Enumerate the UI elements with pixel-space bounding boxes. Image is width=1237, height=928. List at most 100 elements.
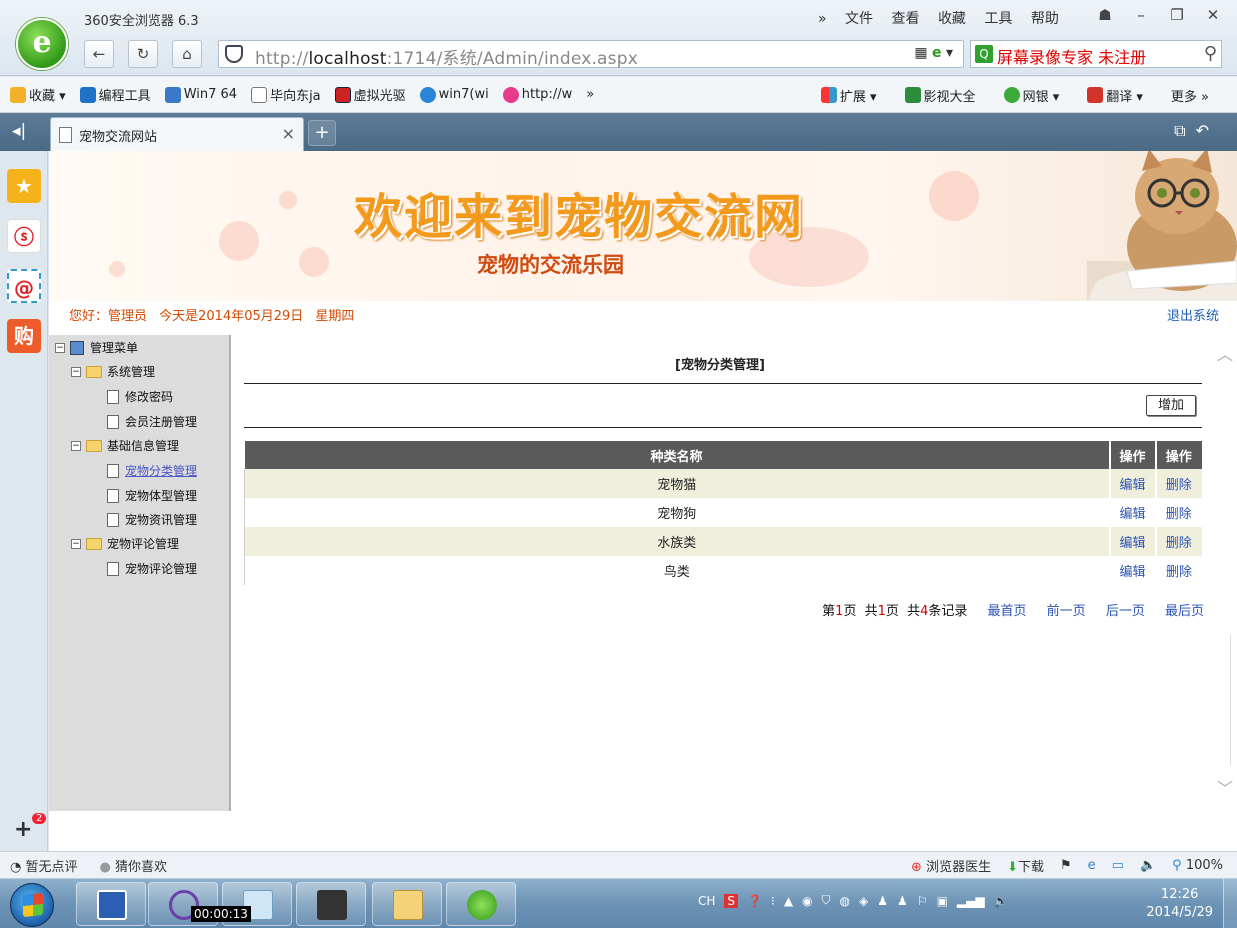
browser-doctor-button[interactable]: ⊕ 浏览器医生: [911, 856, 991, 875]
add-button[interactable]: 增加: [1146, 395, 1196, 416]
bookmark-bixiangdong[interactable]: 毕向东ja: [251, 85, 321, 104]
no-review-item[interactable]: ◔ 暂无点评: [10, 856, 78, 875]
ime-settings-icon[interactable]: ⁝: [771, 894, 775, 908]
menu-favorites[interactable]: 收藏: [938, 11, 966, 27]
taskbar-360-browser[interactable]: [446, 882, 516, 926]
last-page-link[interactable]: 最后页: [1165, 604, 1204, 619]
minimize-button[interactable]: –: [1127, 4, 1155, 26]
bank-button[interactable]: 网银 ▾: [1003, 86, 1059, 105]
close-window-button[interactable]: ✕: [1199, 4, 1227, 26]
tree-node-system[interactable]: − 系统管理: [71, 363, 155, 380]
download-button[interactable]: ⬇下载: [1007, 856, 1044, 875]
restore-button[interactable]: ❐: [1163, 4, 1191, 26]
search-input[interactable]: 屏幕录像专家 未注册: [997, 44, 1146, 68]
extensions-button[interactable]: 扩展 ▾: [820, 86, 877, 105]
bookmark-win7wi[interactable]: win7(wi: [419, 86, 489, 103]
bookmark-win7-64[interactable]: Win7 64: [164, 86, 237, 103]
tree-item-member-register[interactable]: 会员注册管理: [107, 413, 197, 430]
search-engine-icon[interactable]: Q: [975, 45, 993, 63]
volume-icon[interactable]: 🔈: [994, 894, 1009, 908]
qq-icon[interactable]: ♟: [897, 894, 908, 908]
weibo-icon[interactable]: ⓢ: [7, 219, 41, 253]
delete-link[interactable]: 删除: [1155, 527, 1202, 556]
scrollbar-track[interactable]: [1230, 635, 1231, 765]
show-hidden-icons[interactable]: ▲: [784, 894, 793, 908]
home-button[interactable]: ⌂: [172, 40, 202, 68]
help-icon[interactable]: ❓: [747, 894, 762, 908]
translate-button[interactable]: 翻译 ▾: [1087, 86, 1143, 105]
prev-page-link[interactable]: 前一页: [1047, 604, 1086, 619]
guard-icon[interactable]: ◈: [859, 894, 868, 908]
collapse-icon[interactable]: −: [71, 440, 81, 451]
address-bar[interactable]: http://localhost:1714/系统/Admin/index.asp…: [218, 40, 964, 69]
next-page-link[interactable]: 后一页: [1106, 604, 1145, 619]
shield-icon[interactable]: ⛉: [822, 893, 831, 908]
add-icon[interactable]: +: [14, 817, 32, 842]
search-box[interactable]: Q 屏幕录像专家 未注册 ⚲: [970, 40, 1222, 68]
tab-tools-icons[interactable]: ⧉↶: [1174, 121, 1219, 141]
scroll-up-icon[interactable]: ︿: [1217, 341, 1233, 365]
delete-link[interactable]: 删除: [1156, 498, 1202, 527]
menu-file[interactable]: 文件: [845, 11, 873, 27]
first-page-link[interactable]: 最首页: [988, 604, 1027, 619]
tree-item-change-password[interactable]: 修改密码: [107, 388, 173, 405]
taskbar-word[interactable]: [76, 882, 146, 926]
recommend-item[interactable]: ● 猜你喜欢: [100, 856, 168, 875]
new-tab-button[interactable]: +: [308, 120, 336, 146]
taskbar-clock[interactable]: 12:26 2014/5/29: [1146, 886, 1213, 922]
ie-mode-icon[interactable]: e: [932, 45, 942, 61]
menu-help[interactable]: 帮助: [1031, 11, 1059, 27]
qr-code-icon[interactable]: ▦: [914, 45, 927, 61]
menu-tools[interactable]: 工具: [984, 11, 1012, 27]
ime-icon[interactable]: S: [724, 893, 739, 908]
search-icon[interactable]: ⚲: [1204, 43, 1217, 64]
volume-icon[interactable]: 🔈: [1140, 858, 1156, 873]
qq-icon[interactable]: ♟: [877, 894, 888, 908]
tree-node-basic-info[interactable]: − 基础信息管理: [71, 437, 179, 454]
sidebar-toggle-icon[interactable]: ◂|: [12, 121, 26, 141]
tree-item-pet-news[interactable]: 宠物资讯管理: [107, 511, 197, 528]
bookmark-favorites[interactable]: 收藏 ▾: [10, 85, 66, 104]
app-tray-icon[interactable]: ◉: [802, 894, 812, 908]
address-url[interactable]: http://localhost:1714/系统/Admin/index.asp…: [255, 44, 638, 69]
bookmark-virtual-drive[interactable]: 虚拟光驱: [334, 85, 406, 104]
menu-more[interactable]: »: [818, 11, 827, 27]
start-button[interactable]: [10, 883, 54, 927]
shopping-icon[interactable]: 购: [7, 319, 41, 353]
skin-icon[interactable]: ☗: [1091, 4, 1119, 26]
chevron-down-icon[interactable]: ▾: [946, 45, 953, 61]
edit-link[interactable]: 编辑: [1109, 556, 1157, 585]
language-indicator[interactable]: CH: [698, 894, 715, 908]
edit-link[interactable]: 编辑: [1109, 498, 1157, 527]
tree-item-pet-category[interactable]: 宠物分类管理: [107, 462, 197, 479]
menu-view[interactable]: 查看: [891, 11, 919, 27]
ie-icon[interactable]: e: [1088, 858, 1096, 873]
scroll-down-icon[interactable]: ﹀: [1217, 775, 1233, 799]
bookmark-http[interactable]: http://w: [502, 86, 572, 103]
zoom-control[interactable]: ⚲ 100%: [1172, 858, 1223, 873]
bookmark-programming-tools[interactable]: 编程工具: [79, 85, 151, 104]
collapse-icon[interactable]: −: [71, 366, 81, 377]
video-button[interactable]: 影视大全: [904, 86, 976, 105]
back-button[interactable]: ←: [84, 40, 114, 68]
logout-link[interactable]: 退出系统: [1167, 305, 1219, 324]
show-desktop-button[interactable]: [1223, 879, 1237, 928]
tree-item-pet-comments[interactable]: 宠物评论管理: [107, 560, 197, 577]
edit-link[interactable]: 编辑: [1109, 469, 1157, 498]
edit-link[interactable]: 编辑: [1109, 527, 1157, 556]
tab-close-icon[interactable]: ×: [282, 124, 295, 143]
taskbar-explorer[interactable]: [372, 882, 442, 926]
collapse-icon[interactable]: −: [71, 538, 81, 549]
taskbar-recorder[interactable]: [296, 882, 366, 926]
bookmarks-overflow[interactable]: »: [586, 87, 594, 102]
favorites-star-icon[interactable]: ★: [7, 169, 41, 203]
network-signal-icon[interactable]: ▂▄▆: [957, 894, 985, 908]
flag-icon[interactable]: ⚑: [1060, 858, 1072, 873]
delete-link[interactable]: 删除: [1155, 469, 1202, 498]
more-button[interactable]: 更多 »: [1171, 86, 1209, 105]
tree-node-pet-comments[interactable]: − 宠物评论管理: [71, 535, 179, 552]
refresh-button[interactable]: ↻: [128, 40, 158, 68]
security-icon[interactable]: ◍: [840, 894, 850, 908]
tree-item-pet-body-type[interactable]: 宠物体型管理: [107, 487, 197, 504]
device-icon[interactable]: ▣: [937, 894, 948, 908]
